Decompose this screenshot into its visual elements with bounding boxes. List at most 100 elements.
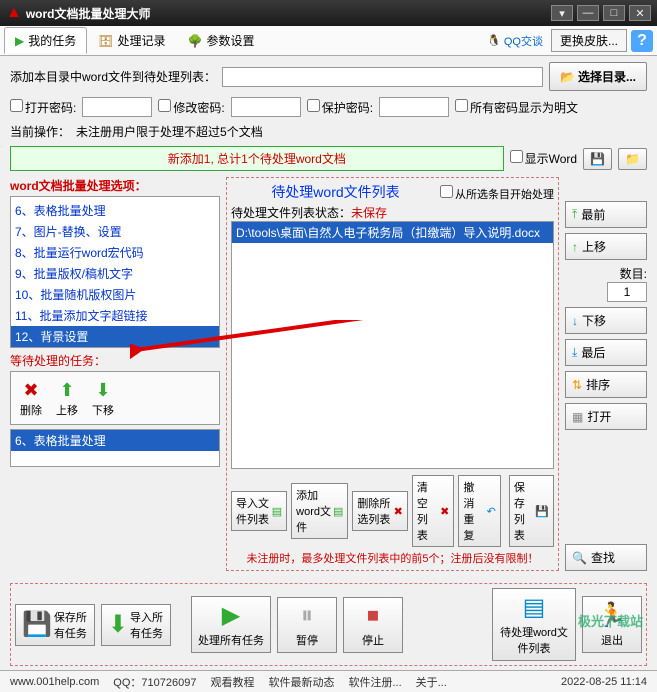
option-item[interactable]: 8、批量运行word宏代码 — [11, 242, 219, 263]
save-icon-button[interactable]: 💾 — [583, 148, 612, 170]
tab-my-tasks[interactable]: ▶ 我的任务 — [4, 27, 87, 54]
dir-path-input[interactable] — [222, 67, 543, 87]
save-list-button[interactable]: 保存列表💾 — [509, 475, 554, 547]
arrow-bottom-icon: ⤓ — [572, 345, 577, 360]
move-top-button[interactable]: ⤒最前 — [565, 201, 647, 228]
undo-button[interactable]: 撤消重复↶ — [458, 475, 501, 547]
add-word-button[interactable]: 添加word文件▤ — [291, 483, 348, 539]
status-about[interactable]: 关于... — [416, 674, 447, 690]
add-dir-label: 添加本目录中word文件到待处理列表： — [10, 68, 216, 85]
from-selected-check[interactable]: 从所选条目开始处理 — [440, 185, 554, 202]
search-icon: 🔍 — [572, 551, 587, 565]
count-label: 数目: — [620, 267, 647, 281]
modify-pwd-check[interactable]: 修改密码: — [158, 99, 224, 116]
count-input[interactable] — [607, 282, 647, 302]
help-button[interactable]: ? — [631, 30, 653, 52]
list-icon: ▤ — [272, 505, 282, 518]
protect-pwd-check[interactable]: 保护密码: — [307, 99, 373, 116]
options-list[interactable]: 3、格式处理-文档、段落4、格式处理-常用5、word转图片或PDF6、表格批量… — [10, 196, 220, 348]
pending-list[interactable]: 6、表格批量处理 — [10, 429, 220, 467]
modify-pwd-input[interactable] — [231, 97, 301, 117]
skin-button[interactable]: 更换皮肤... — [551, 29, 627, 52]
status-register[interactable]: 软件注册... — [348, 674, 401, 690]
stop-button[interactable]: ⏹停止 — [343, 597, 403, 653]
tab-bar: ▶ 我的任务 🗄 处理记录 🌳 参数设置 🐧 QQ交谈 更换皮肤... ? — [0, 26, 657, 56]
qq-chat-link[interactable]: 🐧 QQ交谈 — [487, 33, 543, 49]
show-plain-check[interactable]: 所有密码显示为明文 — [455, 99, 578, 116]
register-note: 未注册时，最多处理文件列表中的前5个；注册后没有限制！ — [231, 550, 554, 566]
status-bar: www.001help.com QQ：710726097 观看教程 软件最新动态… — [0, 670, 657, 692]
options-title: word文档批量处理选项： — [10, 177, 220, 194]
option-item[interactable]: 7、图片-替换、设置 — [11, 221, 219, 242]
pending-down-button[interactable]: ⬇ 下移 — [87, 376, 119, 420]
file-list[interactable]: D:\tools\桌面\自然人电子税务局（扣缴端）导入说明.docx — [231, 221, 554, 469]
dropdown-button[interactable]: ▾ — [551, 5, 573, 21]
move-up-button[interactable]: ↑上移 — [565, 233, 647, 260]
briefcase-icon: 🗄 — [98, 34, 113, 48]
arrow-top-icon: ⤒ — [572, 207, 577, 222]
pending-delete-button[interactable]: ✖ 删除 — [15, 376, 47, 420]
clear-list-button[interactable]: 清空列表✖ — [412, 475, 455, 547]
status-url[interactable]: www.001help.com — [10, 676, 99, 688]
exit-button[interactable]: 🏃退出 — [582, 596, 642, 653]
move-down-button[interactable]: ↓下移 — [565, 307, 647, 334]
pending-list-button[interactable]: ▤待处理word文件列表 — [492, 588, 576, 661]
option-item[interactable]: 9、批量版权/稿机文字 — [11, 263, 219, 284]
titlebar: ▲ word文档批量处理大师 ▾ — □ ✕ — [0, 0, 657, 26]
open-button[interactable]: ▦打开 — [565, 403, 647, 430]
file-status: 待处理文件列表状态：未保存 — [231, 204, 554, 221]
close-button[interactable]: ✕ — [629, 5, 651, 21]
tree-icon: 🌳 — [188, 34, 203, 48]
status-qq[interactable]: QQ：710726097 — [113, 674, 196, 690]
arrow-up-icon: ⬆ — [55, 378, 79, 402]
pause-icon: ⏸ — [301, 602, 313, 630]
move-bottom-button[interactable]: ⤓最后 — [565, 339, 647, 366]
status-time: 2022-08-25 11:14 — [561, 676, 647, 688]
option-item[interactable]: 11、批量添加文字超链接 — [11, 305, 219, 326]
pause-button[interactable]: ⏸暂停 — [277, 597, 337, 653]
process-all-button[interactable]: ▶处理所有任务 — [191, 596, 271, 653]
option-item[interactable]: 6、表格批量处理 — [11, 200, 219, 221]
open-pwd-check[interactable]: 打开密码: — [10, 99, 76, 116]
status-news[interactable]: 软件最新动态 — [268, 674, 334, 690]
undo-icon: ↶ — [487, 505, 496, 518]
tab-label: 处理记录 — [117, 32, 165, 49]
save-all-button[interactable]: 💾保存所有任务 — [15, 604, 95, 646]
tab-label: 参数设置 — [206, 32, 254, 49]
pending-controls: ✖ 删除 ⬆ 上移 ⬇ 下移 — [10, 371, 220, 425]
x-icon: ✖ — [394, 505, 403, 518]
current-op-text: 未注册用户限于处理不超过5个文档 — [76, 123, 263, 140]
find-button[interactable]: 🔍查找 — [565, 544, 647, 571]
folder-icon: 📂 — [560, 70, 575, 84]
window-title: word文档批量处理大师 — [26, 5, 551, 22]
option-item[interactable]: 12、背景设置 — [11, 326, 219, 347]
qq-icon: 🐧 — [487, 34, 501, 47]
play-icon: ▶ — [15, 34, 24, 48]
pending-up-button[interactable]: ⬆ 上移 — [51, 376, 83, 420]
minimize-button[interactable]: — — [577, 5, 599, 21]
save-icon: 💾 — [22, 610, 52, 639]
pending-item[interactable]: 6、表格批量处理 — [11, 430, 219, 451]
import-all-button[interactable]: ⬇导入所有任务 — [101, 604, 171, 646]
sort-button[interactable]: ⇅排序 — [565, 371, 647, 398]
file-row[interactable]: D:\tools\桌面\自然人电子税务局（扣缴端）导入说明.docx — [232, 222, 553, 243]
arrow-down-icon: ⬇ — [91, 378, 115, 402]
open-folder-button[interactable]: 📁 — [618, 148, 647, 170]
arrow-down-icon: ↓ — [572, 314, 578, 328]
show-word-check[interactable]: 显示Word — [510, 150, 577, 167]
import-list-button[interactable]: 导入文件列表▤ — [231, 491, 287, 531]
select-dir-label: 选择目录... — [578, 68, 636, 85]
status-tutorial[interactable]: 观看教程 — [210, 674, 254, 690]
select-dir-button[interactable]: 📂 选择目录... — [549, 62, 647, 91]
maximize-button[interactable]: □ — [603, 5, 625, 21]
tab-params[interactable]: 🌳 参数设置 — [177, 27, 266, 54]
list-icon: ▤ — [333, 505, 343, 518]
qq-label: QQ交谈 — [504, 33, 543, 49]
stop-icon: ⏹ — [367, 602, 379, 630]
grid-icon: ▦ — [572, 410, 583, 424]
open-pwd-input[interactable] — [82, 97, 152, 117]
option-item[interactable]: 10、批量随机版权图片 — [11, 284, 219, 305]
tab-history[interactable]: 🗄 处理记录 — [87, 27, 176, 54]
del-sel-button[interactable]: 删除所选列表✖ — [352, 491, 407, 531]
protect-pwd-input[interactable] — [379, 97, 449, 117]
